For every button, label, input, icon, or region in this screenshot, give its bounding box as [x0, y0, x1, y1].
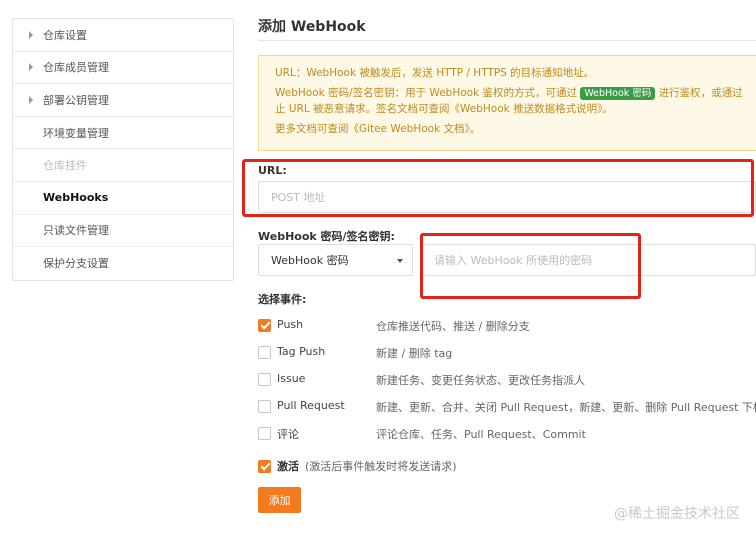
issue-checkbox[interactable]: [258, 372, 271, 386]
notice-line-secret: WebHook 密码/签名密钥：用于 WebHook 鉴权的方式，可通过 Web…: [275, 85, 756, 117]
secret-placeholder: 请输入 WebHook 所使用的密码: [434, 254, 593, 267]
sidebar-item-label: WebHooks: [43, 191, 109, 205]
event-description: 新建 / 删除 tag: [376, 347, 453, 360]
event-name: Push: [277, 318, 304, 331]
pull-request-checkbox[interactable]: [258, 399, 271, 413]
event-description: 仓库推送代码、推送 / 删除分支: [376, 320, 530, 333]
sidebar-item-label: 部署公钥管理: [43, 93, 109, 107]
secret-type-select[interactable]: WebHook 密码: [258, 244, 413, 276]
secret-input[interactable]: 请输入 WebHook 所使用的密码: [421, 244, 756, 276]
event-row-comment: 评论 评论仓库、任务、Pull Request、Commit: [258, 425, 756, 441]
notice-text: 进行鉴权，或通过: [658, 87, 743, 99]
webhook-info-notice: URL：WebHook 被触发后，发送 HTTP / HTTPS 的目标通知地址…: [258, 55, 756, 151]
event-name: Tag Push: [277, 345, 326, 358]
notice-text: WebHook 密码/签名密钥：用于 WebHook 鉴权的方式，可通过: [275, 87, 577, 99]
add-webhook-button[interactable]: 添加: [258, 487, 301, 513]
sidebar-item-widgets: 仓库挂件: [13, 149, 233, 182]
event-row-issue: Issue 新建任务、变更任务状态、更改任务指派人: [258, 371, 756, 387]
sidebar-item-label: 环境变量管理: [43, 126, 109, 140]
url-input[interactable]: POST 地址: [258, 181, 756, 213]
notice-line-url: URL：WebHook 被触发后，发送 HTTP / HTTPS 的目标通知地址…: [275, 67, 595, 79]
payload-format-doc-link[interactable]: 《WebHook 推送数据格式说明》: [450, 103, 603, 115]
title-divider: [258, 40, 756, 41]
caret-right-icon: [29, 63, 33, 72]
notice-text: 。: [602, 103, 613, 115]
event-row-tag-push: Tag Push 新建 / 删除 tag: [258, 344, 756, 360]
event-name: Pull Request: [277, 399, 345, 412]
event-description: 新建、更新、合并、关闭 Pull Request，新建、更新、删除 Pull R…: [376, 401, 756, 414]
notice-text: 。: [469, 123, 481, 135]
sidebar-item-webhooks[interactable]: WebHooks: [13, 182, 233, 215]
sidebar-item-repo-settings[interactable]: 仓库设置: [13, 19, 233, 52]
sidebar-item-label: 仓库挂件: [43, 159, 87, 173]
url-placeholder: POST 地址: [271, 191, 326, 204]
sidebar-item-label: 保护分支设置: [43, 257, 109, 271]
chevron-down-icon: [397, 259, 403, 263]
sidebar-item-env-vars[interactable]: 环境变量管理: [13, 117, 233, 150]
push-checkbox[interactable]: [258, 318, 271, 332]
event-name: 评论: [277, 428, 299, 441]
caret-right-icon: [29, 30, 33, 39]
watermark: @稀土掘金技术社区: [614, 506, 740, 522]
sidebar-item-label: 仓库设置: [43, 28, 87, 42]
event-description: 评论仓库、任务、Pull Request、Commit: [376, 428, 586, 441]
event-description: 新建任务、变更任务状态、更改任务指派人: [376, 374, 585, 387]
event-name: Issue: [277, 372, 306, 385]
event-row-pull-request: Pull Request 新建、更新、合并、关闭 Pull Request，新建…: [258, 398, 756, 414]
secret-label: WebHook 密码/签名密钥:: [258, 230, 395, 243]
sidebar-item-members[interactable]: 仓库成员管理: [13, 52, 233, 85]
sidebar-item-readonly-files[interactable]: 只读文件管理: [13, 215, 233, 248]
notice-text: 更多文档可查阅: [275, 123, 349, 135]
activate-row: 激活 (激活后事件触发时将发送请求): [258, 458, 457, 474]
webhook-password-badge: WebHook 密码: [580, 87, 656, 100]
activate-checkbox[interactable]: [258, 459, 271, 473]
settings-sidebar: 仓库设置 仓库成员管理 部署公钥管理 环境变量管理 仓库挂件 WebHooks …: [12, 18, 234, 281]
notice-text: 止 URL 被恶意请求。签名文档可查阅: [275, 103, 450, 115]
events-label: 选择事件:: [258, 293, 307, 306]
secret-type-value: WebHook 密码: [271, 254, 349, 267]
notice-line-docs: 更多文档可查阅《Gitee WebHook 文档》。: [275, 121, 756, 137]
activate-label: 激活: [277, 460, 299, 473]
caret-right-icon: [29, 95, 33, 104]
comment-checkbox[interactable]: [258, 426, 271, 440]
sidebar-item-protected-branches[interactable]: 保护分支设置: [13, 247, 233, 280]
event-row-push: Push 仓库推送代码、推送 / 删除分支: [258, 317, 756, 333]
url-label: URL:: [258, 164, 287, 177]
sidebar-item-deploy-keys[interactable]: 部署公钥管理: [13, 84, 233, 117]
tag-push-checkbox[interactable]: [258, 345, 271, 359]
page-title: 添加 WebHook: [258, 19, 366, 35]
sidebar-item-label: 仓库成员管理: [43, 61, 109, 75]
activate-hint: (激活后事件触发时将发送请求): [305, 460, 457, 473]
gitee-webhook-doc-link[interactable]: 《Gitee WebHook 文档》: [349, 123, 470, 135]
sidebar-item-label: 只读文件管理: [43, 224, 109, 238]
